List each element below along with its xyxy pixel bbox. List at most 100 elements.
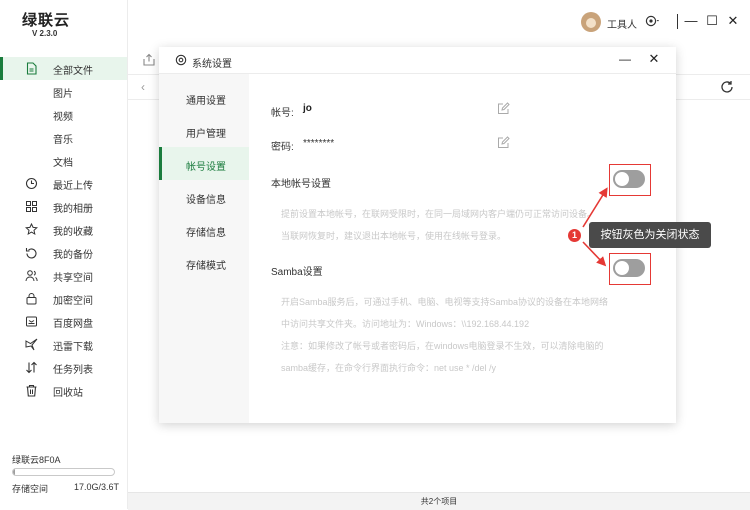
cloud-drive-icon xyxy=(26,316,37,327)
edit-username-icon[interactable] xyxy=(497,102,510,115)
annotation-badge: 1 xyxy=(568,229,581,242)
status-bar: 共2个项目 xyxy=(128,492,750,510)
annotation-tooltip: 按钮灰色为关闭状态 xyxy=(589,222,711,248)
samba-desc: 注意：如果修改了帐号或者密码后，在windows电脑登录不生效，可以清除电脑的 xyxy=(281,341,604,351)
device-name: 绿联云8F0A xyxy=(12,455,61,465)
sidebar-item-documents[interactable]: 文档 xyxy=(0,149,127,172)
sidebar-item-favorites[interactable]: 我的收藏 xyxy=(0,218,127,241)
title-bar: 工具人 — ☐ ✕ xyxy=(128,0,750,46)
storage-usage: 17.0G/3.6T xyxy=(74,482,120,492)
menu-item-general[interactable]: 通用设置 xyxy=(159,81,249,114)
window-controls-divider xyxy=(677,14,678,29)
lock-icon xyxy=(26,293,37,305)
password-label: 密码: xyxy=(271,142,294,153)
sidebar-item-thunder-download[interactable]: 迅雷下载 xyxy=(0,333,127,356)
task-list-icon xyxy=(26,361,37,374)
maximize-button[interactable]: ☐ xyxy=(705,13,719,29)
sidebar-item-label: 任务列表 xyxy=(53,365,93,376)
avatar[interactable] xyxy=(581,12,601,32)
app-version: V 2.3.0 xyxy=(32,29,58,38)
sidebar-item-recycle-bin[interactable]: 回收站 xyxy=(0,379,127,402)
dialog-close-button[interactable]: ✕ xyxy=(647,52,661,66)
menu-item-label: 用户管理 xyxy=(186,129,226,140)
sidebar-item-label: 加密空间 xyxy=(53,296,93,307)
storage-progress-fill xyxy=(13,469,15,475)
sidebar-item-label: 视频 xyxy=(53,112,73,123)
sidebar-item-label: 文档 xyxy=(53,158,73,169)
backup-icon xyxy=(25,248,37,259)
sidebar: 绿联云 V 2.3.0 全部文件 图片 视频 音乐 文档 最近上传 我的相册 我… xyxy=(0,0,128,509)
sidebar-item-encrypted-space[interactable]: 加密空间 xyxy=(0,287,127,310)
app-brand: 绿联云 xyxy=(22,12,71,29)
sidebar-item-shared-space[interactable]: 共享空间 xyxy=(0,264,127,287)
local-account-toggle[interactable] xyxy=(613,170,645,188)
menu-item-label: 设备信息 xyxy=(186,195,226,206)
menu-item-account-settings[interactable]: 帐号设置 xyxy=(159,147,249,180)
minimize-button[interactable]: — xyxy=(684,13,698,29)
sidebar-item-label: 最近上传 xyxy=(53,181,93,192)
menu-item-label: 存储模式 xyxy=(186,261,226,272)
sidebar-item-music[interactable]: 音乐 xyxy=(0,126,127,149)
gear-icon xyxy=(175,54,187,66)
local-account-desc: 提前设置本地帐号，在联网受限时，在同一局域网内客户端仍可正常访问设备。 xyxy=(281,209,597,219)
sidebar-item-label: 回收站 xyxy=(53,388,83,399)
sidebar-item-albums[interactable]: 我的相册 xyxy=(0,195,127,218)
menu-item-device-info[interactable]: 设备信息 xyxy=(159,180,249,213)
sidebar-item-label: 迅雷下载 xyxy=(53,342,93,353)
sidebar-item-videos[interactable]: 视频 xyxy=(0,103,127,126)
samba-desc: samba缓存，在命令行界面执行命令：net use * /del /y xyxy=(281,363,497,373)
file-icon xyxy=(26,62,37,75)
sidebar-item-label: 共享空间 xyxy=(53,273,93,284)
username-label: 帐号: xyxy=(271,108,294,119)
sidebar-item-recent-uploads[interactable]: 最近上传 xyxy=(0,172,127,195)
account-settings-panel: 帐号: jo 密码: ******** 本地帐号设置 提前设置本地帐号，在联网受… xyxy=(249,74,676,423)
item-count: 共2个项目 xyxy=(420,497,458,506)
dialog-title: 系统设置 xyxy=(192,59,232,70)
samba-title: Samba设置 xyxy=(271,267,323,278)
storage-label: 存储空间 xyxy=(12,484,49,494)
thunder-icon xyxy=(25,338,38,351)
settings-menu: 通用设置 用户管理 帐号设置 设备信息 存储信息 存储模式 xyxy=(159,74,249,423)
local-account-title: 本地帐号设置 xyxy=(271,179,331,190)
menu-item-label: 帐号设置 xyxy=(186,162,226,173)
sidebar-item-label: 音乐 xyxy=(53,135,73,146)
password-value: ******** xyxy=(303,138,335,149)
samba-desc: 开启Samba服务后，可通过手机、电脑、电视等支持Samba协议的设备在本地网络 xyxy=(281,297,609,307)
sidebar-item-all-files[interactable]: 全部文件 xyxy=(0,57,127,80)
sidebar-item-task-list[interactable]: 任务列表 xyxy=(0,356,127,379)
refresh-icon[interactable] xyxy=(720,80,734,94)
settings-icon[interactable] xyxy=(645,14,659,28)
star-icon xyxy=(25,223,38,235)
sidebar-item-label: 全部文件 xyxy=(53,66,93,77)
local-account-desc: 当联网恢复时，建议退出本地帐号，使用在线帐号登录。 xyxy=(281,231,507,241)
menu-item-storage-mode[interactable]: 存储模式 xyxy=(159,246,249,279)
storage-progress-bar xyxy=(12,468,115,476)
dialog-minimize-button[interactable]: — xyxy=(618,52,632,66)
menu-item-label: 存储信息 xyxy=(186,228,226,239)
sidebar-item-label: 图片 xyxy=(53,89,73,100)
samba-toggle[interactable] xyxy=(613,259,645,277)
sidebar-nav: 全部文件 图片 视频 音乐 文档 最近上传 我的相册 我的收藏 我的备份 共享空… xyxy=(0,57,127,402)
sidebar-item-label: 我的相册 xyxy=(53,204,93,215)
sidebar-item-baidu-netdisk[interactable]: 百度网盘 xyxy=(0,310,127,333)
sidebar-item-images[interactable]: 图片 xyxy=(0,80,127,103)
dialog-header: 系统设置 — ✕ xyxy=(159,47,676,74)
menu-item-storage-info[interactable]: 存储信息 xyxy=(159,213,249,246)
username-value: jo xyxy=(303,103,312,114)
close-button[interactable]: ✕ xyxy=(726,13,740,29)
sidebar-item-label: 我的备份 xyxy=(53,250,93,261)
trash-icon xyxy=(26,384,37,397)
album-icon xyxy=(26,201,37,212)
upload-icon[interactable] xyxy=(142,53,156,67)
menu-item-user-management[interactable]: 用户管理 xyxy=(159,114,249,147)
samba-desc: 中访问共享文件夹。访问地址为：Windows：\\192.168.44.192 xyxy=(281,319,530,329)
back-icon[interactable]: ‹ xyxy=(141,80,151,94)
sidebar-item-backup[interactable]: 我的备份 xyxy=(0,241,127,264)
clock-icon xyxy=(25,177,38,190)
sidebar-item-label: 百度网盘 xyxy=(53,319,93,330)
share-icon xyxy=(25,270,38,282)
edit-password-icon[interactable] xyxy=(497,136,510,149)
sidebar-item-label: 我的收藏 xyxy=(53,227,93,238)
username[interactable]: 工具人 xyxy=(607,16,637,31)
menu-item-label: 通用设置 xyxy=(186,96,226,107)
